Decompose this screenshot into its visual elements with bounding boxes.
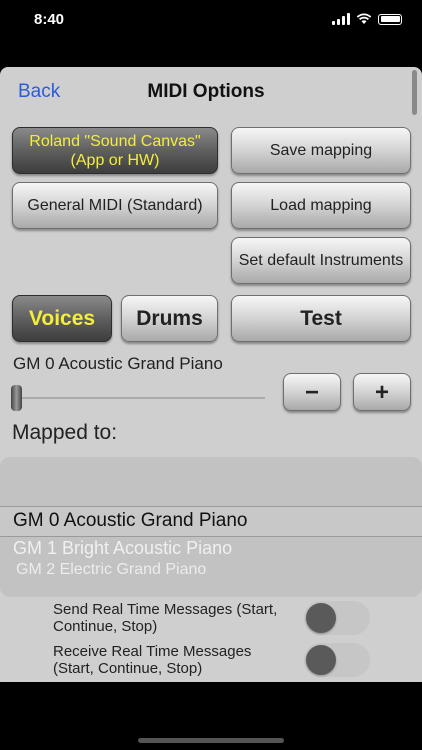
status-time: 8:40 xyxy=(34,11,65,28)
receive-realtime-toggle[interactable] xyxy=(304,643,370,677)
decrement-button[interactable]: − xyxy=(283,373,341,411)
send-realtime-label: Send Real Time Messages (Start, Continue… xyxy=(53,601,278,635)
signal-icon xyxy=(332,13,350,25)
set-default-instruments-button[interactable]: Set default Instruments xyxy=(231,237,411,284)
instrument-slider-thumb[interactable] xyxy=(11,385,22,411)
toggle-knob xyxy=(306,645,336,675)
send-realtime-toggle[interactable] xyxy=(304,601,370,635)
status-icons xyxy=(332,13,402,25)
increment-button[interactable]: + xyxy=(353,373,411,411)
toggle-knob xyxy=(306,603,336,633)
nav-bar: Back MIDI Options xyxy=(0,67,422,115)
instrument-slider-track[interactable] xyxy=(15,397,265,399)
roland-sound-canvas-button[interactable]: Roland "Sound Canvas" (App or HW) xyxy=(12,127,218,174)
load-mapping-button[interactable]: Load mapping xyxy=(231,182,411,229)
voices-button[interactable]: Voices xyxy=(12,295,112,342)
midi-options-panel: Back MIDI Options Roland "Sound Canvas" … xyxy=(0,67,422,682)
page-title: MIDI Options xyxy=(147,81,265,102)
mapped-to-label: Mapped to: xyxy=(12,421,118,444)
instrument-picker[interactable]: GM 0 Acoustic Grand Piano GM 1 Bright Ac… xyxy=(0,457,422,597)
drums-button[interactable]: Drums xyxy=(121,295,218,342)
home-indicator[interactable] xyxy=(138,738,284,743)
battery-icon xyxy=(378,13,402,25)
save-mapping-button[interactable]: Save mapping xyxy=(231,127,411,174)
general-midi-button[interactable]: General MIDI (Standard) xyxy=(12,182,218,229)
scroll-indicator xyxy=(412,70,417,115)
wifi-icon xyxy=(356,13,372,24)
picker-row[interactable]: GM 2 Electric Grand Piano xyxy=(16,561,206,579)
picker-row[interactable]: GM 1 Bright Acoustic Piano xyxy=(13,538,232,559)
receive-realtime-label: Receive Real Time Messages (Start, Conti… xyxy=(53,643,252,677)
current-instrument-label: GM 0 Acoustic Grand Piano xyxy=(13,354,223,373)
test-button[interactable]: Test xyxy=(231,295,411,342)
status-bar: 8:40 xyxy=(0,0,422,44)
picker-row-selected[interactable]: GM 0 Acoustic Grand Piano xyxy=(13,510,247,532)
